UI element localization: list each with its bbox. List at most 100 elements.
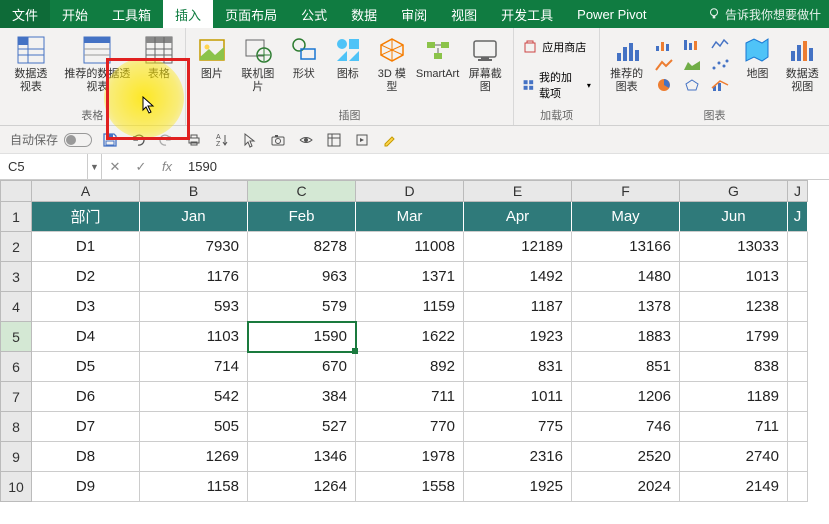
cell[interactable]: 1883 bbox=[572, 322, 680, 352]
cell[interactable]: 7930 bbox=[140, 232, 248, 262]
column-header[interactable]: D bbox=[356, 180, 464, 202]
shapes-button[interactable]: 形状 bbox=[284, 32, 324, 83]
row-header[interactable]: 7 bbox=[0, 382, 32, 412]
accept-formula-button[interactable]: ✓ bbox=[128, 154, 154, 179]
chart-stock-button[interactable] bbox=[707, 36, 733, 54]
camera-button[interactable] bbox=[268, 130, 288, 150]
fx-button[interactable]: fx bbox=[154, 154, 180, 179]
chart-scatter-button[interactable] bbox=[707, 56, 733, 74]
table-header-cell[interactable]: 部门 bbox=[32, 202, 140, 232]
cell[interactable]: 714 bbox=[140, 352, 248, 382]
undo-button[interactable] bbox=[128, 130, 148, 150]
chart-column-button[interactable] bbox=[679, 36, 705, 54]
column-header[interactable]: E bbox=[464, 180, 572, 202]
cell[interactable]: 1799 bbox=[680, 322, 788, 352]
cell[interactable]: 892 bbox=[356, 352, 464, 382]
cell[interactable]: 1264 bbox=[248, 472, 356, 502]
maps-button[interactable]: 地图 bbox=[737, 32, 777, 83]
cell[interactable]: 851 bbox=[572, 352, 680, 382]
cell[interactable]: 1269 bbox=[140, 442, 248, 472]
row-header[interactable]: 5 bbox=[0, 322, 32, 352]
cell[interactable]: 1189 bbox=[680, 382, 788, 412]
row-header[interactable]: 3 bbox=[0, 262, 32, 292]
table-button[interactable]: 表格 bbox=[139, 32, 179, 83]
macros-button[interactable] bbox=[352, 130, 372, 150]
redo-button[interactable] bbox=[156, 130, 176, 150]
cell[interactable]: 1238 bbox=[680, 292, 788, 322]
3d-models-button[interactable]: 3D 模型 bbox=[372, 32, 412, 96]
cell[interactable]: 1206 bbox=[572, 382, 680, 412]
save-button[interactable] bbox=[100, 130, 120, 150]
cell[interactable]: 2520 bbox=[572, 442, 680, 472]
row-header[interactable]: 2 bbox=[0, 232, 32, 262]
cell[interactable]: 1558 bbox=[356, 472, 464, 502]
smartart-button[interactable]: SmartArt bbox=[416, 32, 459, 83]
cell[interactable]: 770 bbox=[356, 412, 464, 442]
cell[interactable]: 711 bbox=[356, 382, 464, 412]
menu-toolbox[interactable]: 工具箱 bbox=[100, 0, 163, 28]
cell[interactable]: 13033 bbox=[680, 232, 788, 262]
table-header-cell[interactable]: Jun bbox=[680, 202, 788, 232]
cell[interactable]: 1103 bbox=[140, 322, 248, 352]
cell[interactable]: 1978 bbox=[356, 442, 464, 472]
cell[interactable]: 593 bbox=[140, 292, 248, 322]
table-header-cell[interactable]: Jan bbox=[140, 202, 248, 232]
cell[interactable]: 1622 bbox=[356, 322, 464, 352]
pivot-table-button[interactable]: 数据透视表 bbox=[6, 32, 56, 96]
cell[interactable]: 505 bbox=[140, 412, 248, 442]
row-header[interactable]: 8 bbox=[0, 412, 32, 442]
cell[interactable] bbox=[788, 232, 808, 262]
cell[interactable]: 542 bbox=[140, 382, 248, 412]
cell[interactable] bbox=[788, 472, 808, 502]
chart-pie-button[interactable] bbox=[651, 76, 677, 94]
row-header[interactable]: 10 bbox=[0, 472, 32, 502]
cell[interactable]: D4 bbox=[32, 322, 140, 352]
cell[interactable]: 838 bbox=[680, 352, 788, 382]
cell[interactable]: 1013 bbox=[680, 262, 788, 292]
menu-view[interactable]: 视图 bbox=[439, 0, 489, 28]
store-button[interactable]: 应用商店 bbox=[520, 38, 593, 56]
recommended-charts-button[interactable]: 推荐的图表 bbox=[606, 32, 648, 96]
table-header-cell[interactable]: Feb bbox=[248, 202, 356, 232]
menu-data[interactable]: 数据 bbox=[339, 0, 389, 28]
cell[interactable] bbox=[788, 352, 808, 382]
cell[interactable]: D1 bbox=[32, 232, 140, 262]
tell-me[interactable]: 告诉我你想要做什 bbox=[707, 6, 829, 23]
cell[interactable] bbox=[788, 442, 808, 472]
cell[interactable]: 2740 bbox=[680, 442, 788, 472]
cell[interactable]: 711 bbox=[680, 412, 788, 442]
select-all-corner[interactable] bbox=[0, 180, 32, 202]
cell[interactable] bbox=[788, 262, 808, 292]
cell[interactable]: 1923 bbox=[464, 322, 572, 352]
formula-input[interactable]: 1590 bbox=[180, 159, 829, 174]
menu-developer[interactable]: 开发工具 bbox=[489, 0, 565, 28]
cell[interactable]: 1011 bbox=[464, 382, 572, 412]
icons-button[interactable]: 图标 bbox=[328, 32, 368, 83]
menu-insert[interactable]: 插入 bbox=[163, 0, 213, 28]
column-header[interactable]: A bbox=[32, 180, 140, 202]
cell[interactable]: 12189 bbox=[464, 232, 572, 262]
cell[interactable]: 2149 bbox=[680, 472, 788, 502]
column-header[interactable]: J bbox=[788, 180, 808, 202]
table-header-cell[interactable]: J bbox=[788, 202, 808, 232]
cell[interactable]: D8 bbox=[32, 442, 140, 472]
cell[interactable]: 579 bbox=[248, 292, 356, 322]
menu-file[interactable]: 文件 bbox=[0, 0, 50, 28]
cell[interactable]: 1371 bbox=[356, 262, 464, 292]
cell[interactable] bbox=[788, 382, 808, 412]
column-header[interactable]: F bbox=[572, 180, 680, 202]
name-box-dropdown[interactable]: ▼ bbox=[88, 154, 102, 179]
cell[interactable]: 963 bbox=[248, 262, 356, 292]
freeze-button[interactable] bbox=[324, 130, 344, 150]
cell[interactable]: 527 bbox=[248, 412, 356, 442]
active-cell[interactable]: 1590 bbox=[248, 322, 356, 352]
cell[interactable]: D2 bbox=[32, 262, 140, 292]
table-header-cell[interactable]: Mar bbox=[356, 202, 464, 232]
cell[interactable]: D6 bbox=[32, 382, 140, 412]
cell[interactable]: 11008 bbox=[356, 232, 464, 262]
sort-button[interactable]: AZ bbox=[212, 130, 232, 150]
pivot-chart-button[interactable]: 数据透视图 bbox=[781, 32, 823, 96]
chart-line-button[interactable] bbox=[651, 56, 677, 74]
menu-powerpivot[interactable]: Power Pivot bbox=[565, 0, 658, 28]
table-header-cell[interactable]: Apr bbox=[464, 202, 572, 232]
